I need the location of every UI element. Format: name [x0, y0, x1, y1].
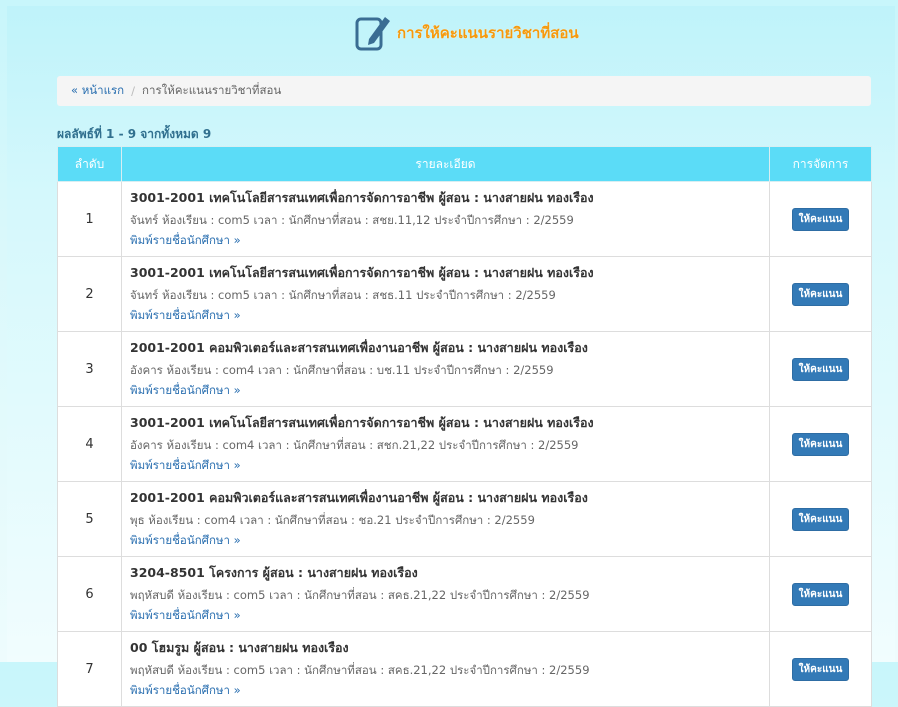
give-score-button[interactable]: ให้คะแนน [791, 657, 850, 681]
give-score-button[interactable]: ให้คะแนน [791, 357, 850, 381]
row-number: 5 [57, 481, 122, 557]
print-student-list-link[interactable]: พิมพ์รายชื่อนักศึกษา » [130, 532, 761, 550]
course-title: 3001-2001 เทคโนโลยีสารสนเทศเพื่อการจัดกา… [130, 415, 594, 430]
row-number: 4 [57, 406, 122, 482]
result-summary: ผลลัพธ์ที่ 1 - 9 จากทั้งหมด 9 [57, 127, 212, 141]
course-title: 3001-2001 เทคโนโลยีสารสนเทศเพื่อการจัดกา… [130, 190, 594, 205]
print-student-list-link[interactable]: พิมพ์รายชื่อนักศึกษา » [130, 307, 761, 325]
table-row: 1 3001-2001 เทคโนโลยีสารสนเทศเพื่อการจัด… [57, 181, 872, 257]
course-title: 2001-2001 คอมพิวเตอร์และสารสนเทศเพื่องาน… [130, 340, 588, 355]
table-row: 5 2001-2001 คอมพิวเตอร์และสารสนเทศเพื่อง… [57, 481, 872, 557]
give-score-button[interactable]: ให้คะแนน [791, 432, 850, 456]
course-info: จันทร์ ห้องเรียน : com5 เวลา : นักศึกษาท… [130, 288, 556, 302]
row-action: ให้คะแนน [769, 481, 872, 557]
course-info: อังคาร ห้องเรียน : com4 เวลา : นักศึกษาท… [130, 363, 554, 377]
give-score-button[interactable]: ให้คะแนน [791, 582, 850, 606]
course-table: ลำดับ รายละเอียด การจัดการ 1 3001-2001 เ… [57, 146, 872, 707]
row-action: ให้คะแนน [769, 631, 872, 707]
print-student-list-link[interactable]: พิมพ์รายชื่อนักศึกษา » [130, 457, 761, 475]
course-info: พุธ ห้องเรียน : com4 เวลา : นักศึกษาที่ส… [130, 513, 535, 527]
row-number: 6 [57, 556, 122, 632]
table-row: 7 00 โฮมรูม ผู้สอน : นางสายฝน ทองเรือง พ… [57, 631, 872, 707]
row-number: 7 [57, 631, 122, 707]
course-title: 3204-8501 โครงการ ผู้สอน : นางสายฝน ทองเ… [130, 565, 418, 580]
column-header-detail: รายละเอียด [121, 146, 770, 182]
course-info: พฤหัสบดี ห้องเรียน : com5 เวลา : นักศึกษ… [130, 588, 590, 602]
print-student-list-link[interactable]: พิมพ์รายชื่อนักศึกษา » [130, 382, 761, 400]
print-student-list-link[interactable]: พิมพ์รายชื่อนักศึกษา » [130, 607, 761, 625]
breadcrumb-home-link[interactable]: « หน้าแรก [71, 82, 124, 100]
row-action: ให้คะแนน [769, 331, 872, 407]
course-title: 00 โฮมรูม ผู้สอน : นางสายฝน ทองเรือง [130, 640, 349, 655]
print-student-list-link[interactable]: พิมพ์รายชื่อนักศึกษา » [130, 682, 761, 700]
row-detail: 2001-2001 คอมพิวเตอร์และสารสนเทศเพื่องาน… [121, 481, 770, 557]
row-action: ให้คะแนน [769, 256, 872, 332]
course-title: 3001-2001 เทคโนโลยีสารสนเทศเพื่อการจัดกา… [130, 265, 594, 280]
give-score-button[interactable]: ให้คะแนน [791, 507, 850, 531]
breadcrumb-current: การให้คะแนนรายวิชาที่สอน [142, 83, 282, 97]
row-number: 3 [57, 331, 122, 407]
course-title: 2001-2001 คอมพิวเตอร์และสารสนเทศเพื่องาน… [130, 490, 588, 505]
table-row: 2 3001-2001 เทคโนโลยีสารสนเทศเพื่อการจัด… [57, 256, 872, 332]
breadcrumb-separator: / [131, 84, 136, 98]
row-detail: 00 โฮมรูม ผู้สอน : นางสายฝน ทองเรือง พฤห… [121, 631, 770, 707]
give-score-button[interactable]: ให้คะแนน [791, 282, 850, 306]
table-row: 6 3204-8501 โครงการ ผู้สอน : นางสายฝน ทอ… [57, 556, 872, 632]
row-detail: 3001-2001 เทคโนโลยีสารสนเทศเพื่อการจัดกา… [121, 406, 770, 482]
table-header-row: ลำดับ รายละเอียด การจัดการ [57, 146, 872, 182]
row-detail: 3001-2001 เทคโนโลยีสารสนเทศเพื่อการจัดกา… [121, 181, 770, 257]
row-number: 2 [57, 256, 122, 332]
column-header-action: การจัดการ [769, 146, 872, 182]
table-row: 4 3001-2001 เทคโนโลยีสารสนเทศเพื่อการจัด… [57, 406, 872, 482]
row-action: ให้คะแนน [769, 556, 872, 632]
course-info: พฤหัสบดี ห้องเรียน : com5 เวลา : นักศึกษ… [130, 663, 590, 677]
print-student-list-link[interactable]: พิมพ์รายชื่อนักศึกษา » [130, 232, 761, 250]
row-number: 1 [57, 181, 122, 257]
edit-document-icon [355, 17, 390, 51]
column-header-order: ลำดับ [57, 146, 122, 182]
breadcrumb: « หน้าแรก / การให้คะแนนรายวิชาที่สอน [57, 76, 871, 106]
page-title: การให้คะแนนรายวิชาที่สอน [397, 24, 579, 42]
course-info: จันทร์ ห้องเรียน : com5 เวลา : นักศึกษาท… [130, 213, 574, 227]
row-detail: 3204-8501 โครงการ ผู้สอน : นางสายฝน ทองเ… [121, 556, 770, 632]
course-info: อังคาร ห้องเรียน : com4 เวลา : นักศึกษาท… [130, 438, 579, 452]
give-score-button[interactable]: ให้คะแนน [791, 207, 850, 231]
row-action: ให้คะแนน [769, 406, 872, 482]
table-row: 3 2001-2001 คอมพิวเตอร์และสารสนเทศเพื่อง… [57, 331, 872, 407]
row-detail: 2001-2001 คอมพิวเตอร์และสารสนเทศเพื่องาน… [121, 331, 770, 407]
row-detail: 3001-2001 เทคโนโลยีสารสนเทศเพื่อการจัดกา… [121, 256, 770, 332]
row-action: ให้คะแนน [769, 181, 872, 257]
page-header: การให้คะแนนรายวิชาที่สอน [355, 12, 579, 54]
